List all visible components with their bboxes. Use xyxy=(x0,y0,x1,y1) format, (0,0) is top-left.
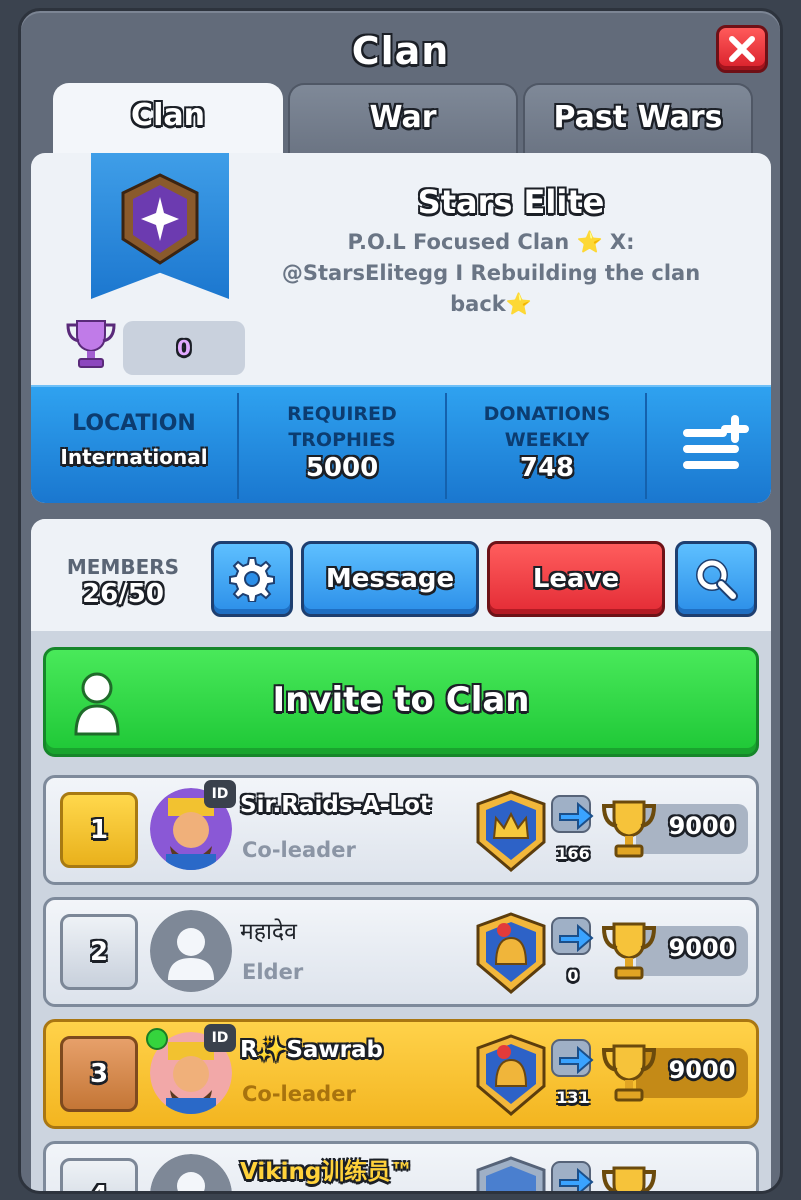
members-count: 26/50 xyxy=(82,579,164,609)
clan-settings-button[interactable] xyxy=(211,541,293,617)
leave-button[interactable]: Leave xyxy=(487,541,665,617)
member-trophies: 9000 xyxy=(668,812,736,840)
player-id-badge: ID xyxy=(204,1024,236,1052)
clan-badge-icon xyxy=(121,173,199,265)
member-donations: 0 xyxy=(567,966,579,985)
clan-trophy-value: 0 xyxy=(177,336,191,360)
stat-donations-label-1: DONATIONS xyxy=(483,403,611,425)
donation-icon xyxy=(551,1039,594,1077)
donation-icon xyxy=(551,1161,594,1191)
window-title: Clan xyxy=(351,29,450,73)
stat-required-trophies: REQUIRED TROPHIES 5000 xyxy=(239,387,445,503)
donation-icon xyxy=(551,795,594,833)
member-row[interactable]: 4 Viking训练员™ xyxy=(43,1141,759,1191)
league-badge-icon xyxy=(476,1034,546,1116)
stat-required-label-2: TROPHIES xyxy=(288,429,396,451)
player-id-badge: ID xyxy=(204,780,236,808)
tab-bar: Clan War Past Wars xyxy=(53,83,753,158)
gear-icon xyxy=(229,557,275,602)
close-button[interactable] xyxy=(716,25,768,73)
stat-required-value: 5000 xyxy=(305,453,379,483)
tab-past-wars-label: Past Wars xyxy=(553,100,723,135)
member-row[interactable]: 2 महादेव Elder 0 9000 xyxy=(43,897,759,1007)
message-button[interactable]: Message xyxy=(301,541,479,617)
member-rank: 2 xyxy=(60,914,138,990)
stat-location-label: LOCATION xyxy=(72,411,196,436)
member-row-self[interactable]: 3 ID R✨Sawrab Co-leader 131 9000 xyxy=(43,1019,759,1129)
member-name: Viking训练员™ xyxy=(240,1159,414,1185)
clan-stats-bar: LOCATION International REQUIRED TROPHIES… xyxy=(31,385,771,503)
member-donations: 166 xyxy=(556,844,590,863)
clan-trophy-count: 0 xyxy=(123,321,245,375)
member-rank: 1 xyxy=(60,792,138,868)
member-role: Co-leader xyxy=(242,1082,356,1106)
stat-donations-value: 748 xyxy=(519,453,575,483)
tab-clan-label: Clan xyxy=(131,98,205,133)
donation-icon xyxy=(551,917,594,955)
member-name: Sir.Raids-A-Lot xyxy=(240,792,431,818)
member-name: महादेव xyxy=(240,919,297,945)
member-name: R✨Sawrab xyxy=(240,1037,384,1063)
member-trophies: 9000 xyxy=(668,1056,736,1084)
trophy-icon xyxy=(601,800,657,858)
stat-required-label-1: REQUIRED xyxy=(287,403,397,425)
clan-details-list-icon[interactable] xyxy=(681,405,751,485)
default-avatar-icon xyxy=(150,1154,232,1191)
close-icon xyxy=(729,36,755,62)
clan-trophy-icon xyxy=(66,320,116,368)
tab-war[interactable]: War xyxy=(288,83,518,158)
clan-description: P.O.L Focused Clan ⭐ X: @StarsElitegg I … xyxy=(281,230,701,316)
member-donations: 131 xyxy=(556,1088,590,1107)
stat-donations-label-2: WEEKLY xyxy=(504,429,590,451)
league-badge-icon xyxy=(476,1156,546,1191)
member-rank: 3 xyxy=(60,1036,138,1112)
tab-past-wars[interactable]: Past Wars xyxy=(523,83,753,158)
search-icon xyxy=(696,559,738,601)
league-badge-icon xyxy=(476,790,546,872)
tab-clan[interactable]: Clan xyxy=(53,83,283,158)
clan-name: Stars Elite xyxy=(417,183,605,221)
trophy-icon xyxy=(601,922,657,980)
members-panel: MEMBERS 26/50 Message Leave Invite to Cl… xyxy=(31,519,771,1191)
stat-location-value: International xyxy=(60,445,208,469)
clan-info-card: 0 Stars Elite P.O.L Focused Clan ⭐ X: @S… xyxy=(31,153,771,503)
stat-divider xyxy=(645,393,647,499)
invite-label: Invite to Clan xyxy=(272,680,530,720)
online-status-icon xyxy=(146,1028,168,1050)
invite-to-clan-button[interactable]: Invite to Clan xyxy=(43,647,759,757)
league-badge-icon xyxy=(476,912,546,994)
stat-donations-weekly: DONATIONS WEEKLY 748 xyxy=(447,387,647,503)
members-toolbar: MEMBERS 26/50 Message Leave xyxy=(31,519,771,631)
stat-location: LOCATION International xyxy=(31,387,237,503)
member-row[interactable]: 1 ID Sir.Raids-A-Lot Co-leader 166 9000 xyxy=(43,775,759,885)
default-avatar-icon xyxy=(150,910,232,992)
member-role: Co-leader xyxy=(242,838,356,862)
tab-war-label: War xyxy=(369,100,437,135)
member-trophies: 9000 xyxy=(668,934,736,962)
member-role: Elder xyxy=(242,960,304,984)
search-button[interactable] xyxy=(675,541,757,617)
trophy-icon xyxy=(601,1166,657,1191)
trophy-icon xyxy=(601,1044,657,1102)
members-label: MEMBERS xyxy=(66,555,180,579)
member-rank: 4 xyxy=(60,1158,138,1191)
clan-window: Clan Clan War Past Wars 0 Stars Elite P.… xyxy=(18,8,783,1194)
